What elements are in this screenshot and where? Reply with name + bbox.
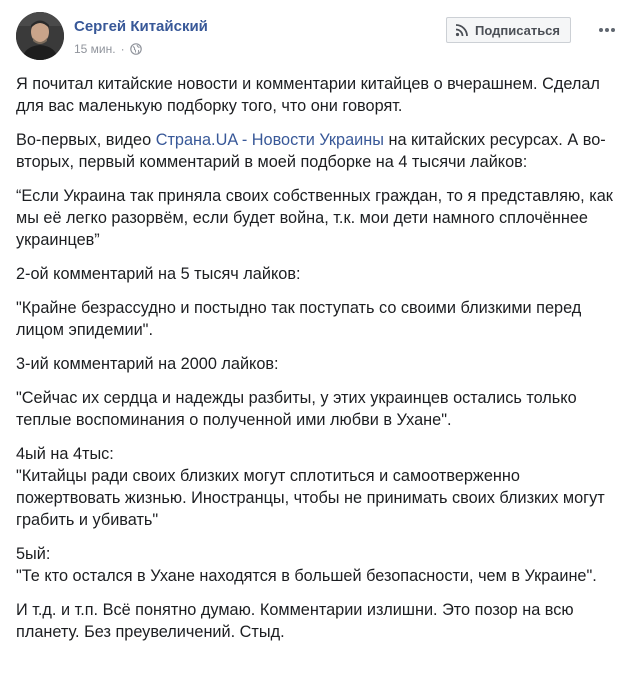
subscribe-button[interactable]: Подписаться [446,17,572,43]
author-name[interactable]: Сергей Китайский [74,18,208,35]
post-timestamp[interactable]: 15 мин. [74,42,116,56]
comment-5-block: 5ый: "Те кто остался в Ухане находятся в … [16,543,616,587]
rss-icon [455,24,468,37]
subscribe-label: Подписаться [475,22,561,38]
comment-3-quote: "Сейчас их сердца и надежды разбиты, у э… [16,389,577,429]
comment-3-title: 3-ий комментарий на 2000 лайков: [16,355,279,373]
avatar-photo [16,12,64,60]
comment-5-title: 5ый: [16,545,51,563]
comment-2-title: 2-ой комментарий на 5 тысяч лайков: [16,265,301,283]
paragraph-video-text-1: Во-первых, видео [16,131,156,149]
paragraph-video: Во-первых, видео Страна.UA - Новости Укр… [16,129,616,173]
globe-icon[interactable] [129,43,142,55]
post-header: Сергей Китайский 15 мин. · Подписаться [16,12,616,64]
facebook-post: Сергей Китайский 15 мин. · Подписаться Я… [0,0,630,679]
comment-4-block: 4ый на 4тыс: "Китайцы ради своих близких … [16,443,616,531]
page-link[interactable]: Страна.UA - Новости Украины [156,131,384,149]
more-dots-icon [599,28,615,32]
comment-4-quote: "Китайцы ради своих близких могут сплоти… [16,467,605,529]
post-meta: 15 мин. · [74,42,142,56]
comment-4-title: 4ый на 4тыс: [16,445,114,463]
paragraph-conclusion: И т.д. и т.п. Всё понятно думаю. Коммент… [16,601,574,641]
author-avatar[interactable] [16,12,64,60]
more-options-button[interactable] [596,20,618,40]
meta-separator: · [120,42,125,56]
comment-5-quote: "Те кто остался в Ухане находятся в боль… [16,567,597,585]
comment-2-quote: "Крайне безрассудно и постыдно так посту… [16,299,582,339]
paragraph-intro: Я почитал китайские новости и комментари… [16,75,600,115]
post-body: Я почитал китайские новости и комментари… [16,73,616,655]
comment-1-quote: “Если Украина так приняла своих собствен… [16,187,613,249]
